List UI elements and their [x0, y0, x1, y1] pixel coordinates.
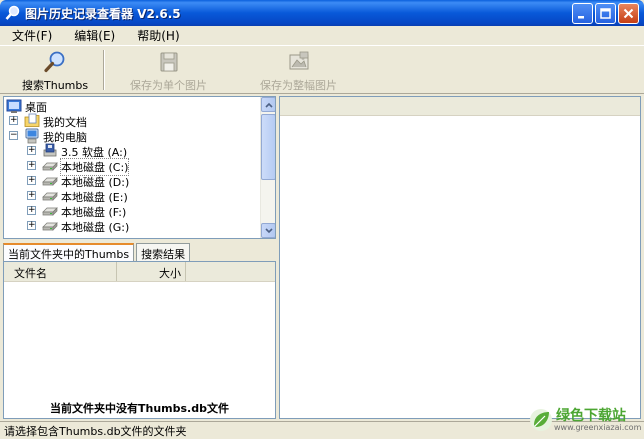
hard-drive-icon	[42, 207, 58, 216]
expand-plus-icon[interactable]: +	[27, 161, 36, 170]
folder-tree[interactable]: 桌面 + 我的文档 − 我的电脑 + 3.5 软盘 (A:) + 本地磁盘 (C…	[3, 96, 276, 239]
scroll-thumb[interactable]	[261, 114, 275, 180]
thumbs-list[interactable]: 文件名 大小 当前文件夹中没有Thumbs.db文件	[3, 261, 276, 419]
hard-drive-icon	[42, 177, 58, 186]
tree-item-label: 本地磁盘 (E:)	[61, 191, 128, 204]
menu-bar: 文件(F) 编辑(E) 帮助(H)	[0, 26, 644, 44]
save-disk-icon	[160, 52, 177, 72]
leaf-logo-icon	[530, 409, 552, 431]
preview-pane[interactable]	[279, 96, 641, 419]
expand-plus-icon[interactable]: +	[27, 146, 36, 155]
save-picture-icon	[289, 51, 308, 70]
toolbar-separator	[103, 50, 105, 90]
close-icon	[623, 8, 634, 19]
tree-item-label: 我的文档	[43, 116, 87, 129]
save-whole-image-label: 保存为整幅图片	[260, 79, 337, 92]
watermark: 绿色下载站 www.greenxiazai.com	[528, 405, 642, 435]
status-text: 请选择包含Thumbs.db文件的文件夹	[4, 424, 187, 438]
tab-current-folder[interactable]: 当前文件夹中的Thumbs	[3, 243, 135, 261]
search-icon	[44, 51, 65, 73]
search-thumbs-label: 搜索Thumbs	[22, 79, 89, 92]
column-header-filename[interactable]: 文件名	[4, 262, 117, 281]
watermark-name: 绿色下载站	[556, 408, 626, 424]
tree-item-label: 3.5 软盘 (A:)	[61, 146, 128, 159]
chevron-down-icon	[264, 227, 273, 233]
chevron-up-icon	[264, 102, 273, 108]
tab-search-results[interactable]: 搜索结果	[136, 243, 191, 261]
save-whole-image-button[interactable]: 保存为整幅图片	[260, 50, 337, 93]
hard-drive-icon	[42, 162, 58, 171]
my-computer-icon	[25, 128, 39, 144]
maximize-icon	[600, 8, 611, 19]
scroll-up-button[interactable]	[261, 97, 275, 112]
minimize-button[interactable]	[572, 3, 593, 24]
tree-item-label: 本地磁盘 (D:)	[61, 176, 130, 189]
tree-item-label: 本地磁盘 (F:)	[61, 206, 127, 219]
menu-edit[interactable]: 编辑(E)	[63, 27, 126, 44]
tree-item-label: 本地磁盘 (G:)	[61, 221, 130, 234]
tree-item-label: 本地磁盘 (C:)	[59, 158, 130, 176]
my-documents-icon	[24, 113, 40, 127]
hard-drive-icon	[42, 222, 58, 231]
menu-file[interactable]: 文件(F)	[0, 27, 63, 44]
save-single-image-button[interactable]: 保存为单个图片	[130, 50, 207, 93]
collapse-minus-icon[interactable]: −	[9, 131, 18, 140]
list-header: 文件名 大小	[4, 262, 275, 282]
search-thumbs-button[interactable]: 搜索Thumbs	[22, 50, 88, 93]
floppy-drive-icon	[43, 143, 57, 157]
tree-scrollbar[interactable]	[260, 97, 275, 238]
expand-plus-icon[interactable]: +	[27, 191, 36, 200]
magnifier-app-icon	[5, 5, 20, 20]
tab-strip: 当前文件夹中的Thumbs 搜索结果	[3, 243, 191, 261]
title-bar[interactable]: 图片历史记录查看器 V2.6.5	[0, 0, 644, 26]
watermark-url: www.greenxiazai.com	[554, 423, 642, 432]
desktop-icon	[6, 99, 22, 113]
toolbar: 搜索Thumbs 保存为单个图片 保存为整幅图片	[0, 45, 644, 94]
empty-list-message: 当前文件夹中没有Thumbs.db文件	[50, 402, 229, 415]
minimize-icon	[578, 16, 584, 19]
maximize-button[interactable]	[595, 3, 616, 24]
window-title: 图片历史记录查看器 V2.6.5	[25, 6, 181, 21]
expand-plus-icon[interactable]: +	[27, 176, 36, 185]
hard-drive-icon	[42, 192, 58, 201]
expand-plus-icon[interactable]: +	[9, 116, 18, 125]
close-button[interactable]	[618, 3, 639, 24]
expand-plus-icon[interactable]: +	[27, 221, 36, 230]
expand-plus-icon[interactable]: +	[27, 206, 36, 215]
preview-header	[280, 97, 640, 116]
menu-help[interactable]: 帮助(H)	[126, 27, 190, 44]
save-single-image-label: 保存为单个图片	[130, 79, 207, 92]
column-header-size[interactable]: 大小	[117, 262, 186, 281]
scroll-down-button[interactable]	[261, 223, 275, 238]
